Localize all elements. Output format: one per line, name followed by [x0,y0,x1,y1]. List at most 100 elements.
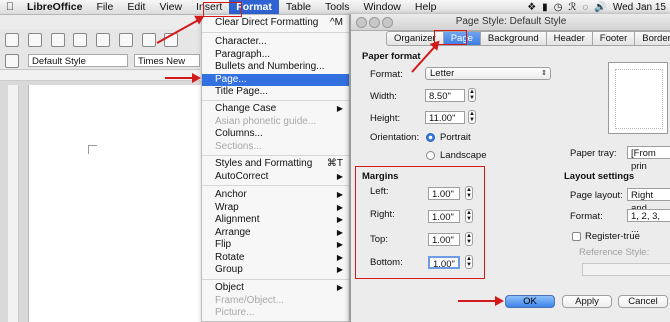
shortcut-label: ⌘T [326,158,343,169]
annotation-margins-box [355,166,485,279]
menu-item-alignment[interactable]: Alignment ▶ [202,214,349,227]
menu-item-object[interactable]: Object ▶ [202,282,349,295]
submenu-arrow-icon: ▶ [336,283,343,292]
landscape-radio[interactable] [426,151,435,160]
menu-item-label: Wrap [215,201,239,213]
tab-footer[interactable]: Footer [592,31,636,46]
paper-width-stepper[interactable]: ▲ ▼ [468,88,476,102]
menu-item-title-page[interactable]: Title Page... [202,86,349,99]
menu-item-label: Arrange [215,226,251,238]
cancel-button[interactable]: Cancel [618,295,668,308]
dialog-title: Page Style: Default Style [455,16,567,27]
submenu-arrow-icon: ▶ [336,190,343,199]
menu-separator [202,32,349,33]
menu-edit[interactable]: Edit [120,0,152,14]
portrait-label: Portrait [440,132,471,143]
menu-item-asian-phonetic-guide: Asian phonetic guide... [215,115,317,127]
paper-format-value: Letter [430,68,455,79]
menubar-clock[interactable]: Wed Jan 15 [613,2,666,13]
numbering-format-label: Format: [570,211,603,222]
menu-item-columns[interactable]: Columns... [202,128,349,141]
bluetooth-icon[interactable]: ℛ [568,2,576,13]
submenu-arrow-icon: ▶ [336,265,343,274]
menu-help[interactable]: Help [408,0,444,14]
orientation-label: Orientation: [370,132,420,143]
open-folder-icon[interactable] [27,33,42,47]
pdf-icon[interactable] [96,33,111,47]
menu-item-styles-formatting[interactable]: Styles and Formatting ⌘T [202,158,349,171]
menu-file[interactable]: File [89,0,120,14]
print-icon[interactable] [118,33,133,47]
app-menu[interactable]: LibreOffice [20,0,89,14]
menu-separator [202,279,349,280]
page-layout-select[interactable]: Right and [627,188,670,214]
submenu-arrow-icon: ▶ [336,252,343,262]
menu-item-arrange[interactable]: Arrange ▶ [202,227,349,240]
print-preview-icon[interactable] [141,33,156,47]
menu-window[interactable]: Window [357,0,408,14]
apple-icon[interactable]:  [0,1,20,13]
submenu-arrow-icon: ▶ [336,240,343,249]
paper-format-heading: Paper format [362,51,421,62]
numbering-format-select[interactable]: 1, 2, 3, ... [627,209,670,235]
menu-tools[interactable]: Tools [318,0,357,14]
vertical-ruler [8,85,19,322]
paper-width-field[interactable]: 8.50" [425,89,465,102]
menu-item-label: Anchor [215,189,247,200]
menu-table[interactable]: Table [279,0,318,14]
menu-item-label: Group [215,264,243,275]
width-label: Width: [370,91,397,102]
menu-item-group[interactable]: Group ▶ [202,264,349,277]
menu-item-character[interactable]: Character... [202,36,349,49]
menu-item-paragraph[interactable]: Paragraph... [202,49,349,62]
submenu-arrow-icon: ▶ [336,202,343,212]
menu-item-label: Flip [215,239,232,250]
wifi-icon[interactable]: ◌ [582,2,588,13]
styles-icon[interactable] [5,54,19,68]
menu-item-clear-direct-formatting[interactable]: Clear Direct Formatting ^M [202,17,349,30]
annotation-arrowhead [192,73,201,83]
tab-background[interactable]: Background [480,31,547,46]
text-boundary-corner [88,145,97,154]
menu-item-wrap[interactable]: Wrap ▶ [202,202,349,215]
menu-item-label: Clear Direct Formatting [215,17,319,28]
menu-item-rotate[interactable]: Rotate ▶ [202,252,349,265]
dialog-titlebar[interactable]: Page Style: Default Style [351,14,670,31]
paragraph-style-select[interactable]: Default Style [28,54,128,67]
new-document-icon[interactable] [5,33,19,47]
export-icon[interactable] [73,33,88,47]
tab-header[interactable]: Header [546,31,593,46]
ok-button[interactable]: OK [505,295,555,308]
menu-item-sections: Sections... [215,140,262,152]
apply-button[interactable]: Apply [562,295,612,308]
annotation-arrowhead [495,296,504,306]
battery-icon[interactable]: ▮ [542,2,548,13]
chevron-updown-icon: ⇕ [541,70,547,77]
paper-height-field[interactable]: 11.00" [425,111,465,124]
menu-item-bullets-numbering[interactable]: Bullets and Numbering... [202,61,349,74]
register-true-label: Register-true [585,231,640,242]
dropbox-icon[interactable]: ❖ [527,2,536,13]
menu-item-autocorrect[interactable]: AutoCorrect ▶ [202,171,349,184]
menu-item-label: Rotate [215,251,245,263]
menu-item-change-case[interactable]: Change Case ▶ [202,103,349,116]
portrait-radio[interactable] [426,133,435,142]
menu-item-flip[interactable]: Flip ▶ [202,239,349,252]
save-icon[interactable] [50,33,65,47]
paper-height-stepper[interactable]: ▲ ▼ [468,110,476,124]
volume-icon[interactable]: 🔊 [594,2,606,13]
reference-style-label: Reference Style: [579,247,650,258]
menu-item-picture: Picture... [215,307,255,318]
paper-tray-select[interactable]: [From prin [627,146,670,172]
menu-item-label: AutoCorrect [215,170,269,182]
preview-margins [615,69,663,129]
menu-item-anchor[interactable]: Anchor ▶ [202,189,349,202]
font-name-select[interactable]: Times New Roma [134,54,200,80]
menu-item-label: Object [215,282,244,293]
tab-borders[interactable]: Borders [635,31,670,46]
register-true-checkbox[interactable] [572,232,581,241]
menu-item-page[interactable]: Page... [202,73,349,86]
menu-bar:  LibreOffice File Edit View Insert Form… [0,0,670,15]
paper-format-select[interactable]: Letter ⇕ [425,67,551,80]
menu-view[interactable]: View [152,0,189,14]
